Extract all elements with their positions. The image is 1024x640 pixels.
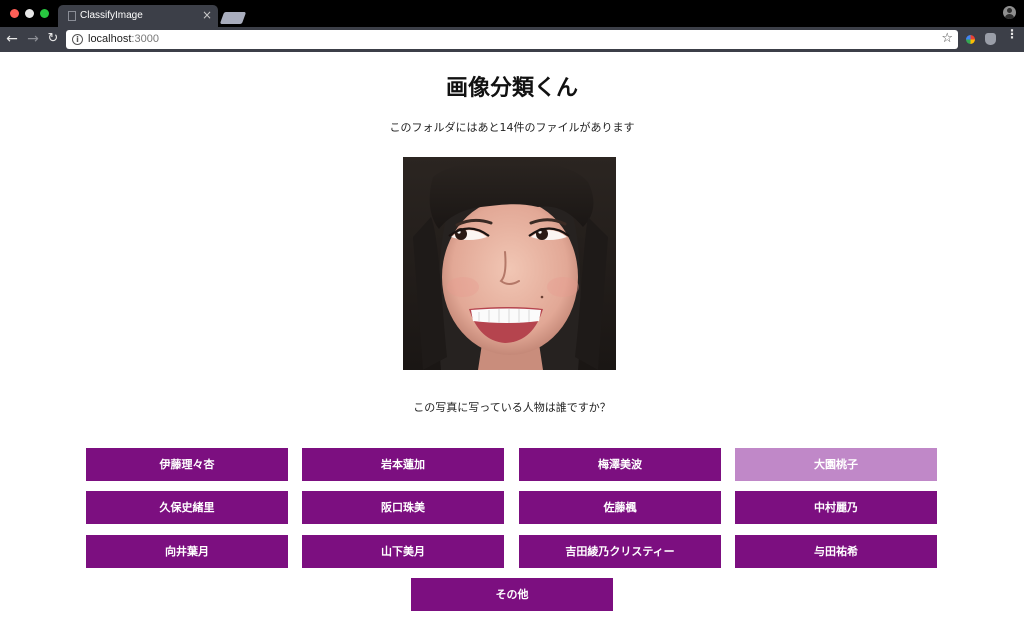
browser-toolbar: ← → ↻ i localhost:3000 ☆ ⋮ (0, 27, 1024, 52)
maximize-window-button[interactable] (40, 9, 49, 18)
choice-button[interactable]: 中村麗乃 (735, 491, 937, 524)
browser-tab[interactable]: ClassifyImage × (58, 5, 218, 27)
info-icon[interactable]: i (72, 34, 83, 45)
other-button[interactable]: その他 (411, 578, 613, 611)
url-text[interactable]: localhost:3000 (88, 33, 159, 45)
back-arrow-icon[interactable]: ← (3, 30, 21, 48)
extension-shield-icon[interactable] (985, 33, 996, 45)
choice-button[interactable]: 久保史緒里 (86, 491, 288, 524)
choice-button[interactable]: 梅澤美波 (519, 448, 721, 481)
question-text: この写真に写っている人物は誰ですか？ (413, 401, 611, 414)
url-port: :3000 (131, 33, 159, 45)
choice-button[interactable]: 向井葉月 (86, 535, 288, 568)
choice-button[interactable]: 吉田綾乃クリスティー (519, 535, 721, 568)
page-title: 画像分類くん (445, 76, 578, 101)
subject-photo (403, 157, 616, 370)
close-window-button[interactable] (10, 9, 19, 18)
new-tab-button[interactable] (219, 12, 247, 24)
minimize-window-button[interactable] (25, 9, 34, 18)
choice-button[interactable]: 岩本蓮加 (302, 448, 504, 481)
choice-button[interactable]: 阪口珠美 (302, 491, 504, 524)
forward-arrow-icon[interactable]: → (24, 30, 42, 48)
bookmark-star-icon[interactable]: ☆ (941, 31, 953, 46)
choice-button[interactable]: 伊藤理々杏 (86, 448, 288, 481)
face-photo-illustration (403, 157, 616, 370)
profile-icon[interactable] (1003, 6, 1016, 19)
choice-button-hovered[interactable]: 大園桃子 (735, 448, 937, 481)
menu-icon[interactable]: ⋮ (1006, 28, 1018, 40)
tab-title: ClassifyImage (80, 10, 143, 21)
remaining-files-text: このフォルダにはあと14件のファイルがあります (389, 121, 635, 134)
choice-button[interactable]: 与田祐希 (735, 535, 937, 568)
choice-button[interactable]: 佐藤楓 (519, 491, 721, 524)
address-bar[interactable]: i localhost:3000 ☆ (66, 30, 958, 49)
choice-button[interactable]: 山下美月 (302, 535, 504, 568)
browser-titlebar: ClassifyImage × (0, 0, 1024, 27)
tab-close-icon[interactable]: × (202, 8, 212, 22)
extension-color-icon[interactable] (966, 35, 975, 44)
page-content: 画像分類くん このフォルダにはあと14件のファイルがあります この写真に写ってい… (0, 52, 1024, 640)
reload-icon[interactable]: ↻ (44, 30, 62, 48)
url-host: localhost (88, 33, 132, 45)
page-icon (68, 11, 76, 21)
